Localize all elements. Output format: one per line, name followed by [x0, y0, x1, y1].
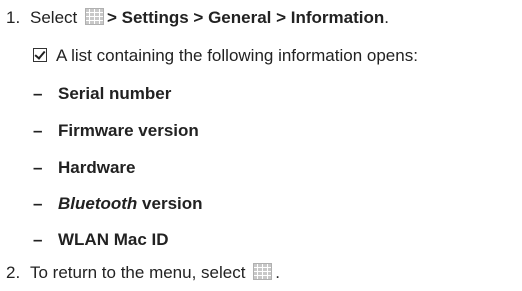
- list-dash: –: [33, 121, 43, 140]
- list-item-label-italic: Bluetooth: [58, 194, 138, 213]
- list-item: – Hardware: [33, 158, 135, 178]
- list-dash: –: [33, 230, 43, 249]
- settings-path: > Settings > General > Information: [106, 8, 385, 27]
- list-item: – WLAN Mac ID: [33, 230, 169, 250]
- menu-grid-icon: [253, 263, 273, 280]
- step-1-prefix: Select: [30, 8, 78, 27]
- result-line: A list containing the following informat…: [33, 46, 418, 66]
- checkbox-checked-icon: [33, 48, 47, 62]
- list-item-label: Firmware version: [58, 121, 199, 140]
- list-item-label: version: [137, 194, 203, 213]
- step-2-body: To return to the menu, select .: [30, 263, 280, 283]
- step-2-number: 2.: [6, 263, 21, 282]
- step-1-suffix: .: [384, 8, 389, 27]
- list-dash: –: [33, 84, 43, 103]
- menu-grid-icon: [84, 8, 104, 25]
- list-item: – Firmware version: [33, 121, 199, 141]
- list-dash: –: [33, 194, 43, 213]
- instruction-document: 1. Select > Settings > General > Informa…: [0, 0, 522, 291]
- step-1-body: Select > Settings > General > Informatio…: [30, 8, 389, 28]
- list-item-label: WLAN Mac ID: [58, 230, 169, 249]
- list-item-label: Hardware: [58, 158, 136, 177]
- step-2-text: To return to the menu, select: [30, 263, 246, 282]
- step-1-number: 1.: [6, 8, 21, 27]
- step-2-suffix: .: [275, 263, 280, 282]
- list-item-label: Serial number: [58, 84, 172, 103]
- list-item: – Bluetooth version: [33, 194, 203, 214]
- result-text: A list containing the following informat…: [56, 46, 418, 65]
- list-item: – Serial number: [33, 84, 171, 104]
- list-dash: –: [33, 158, 43, 177]
